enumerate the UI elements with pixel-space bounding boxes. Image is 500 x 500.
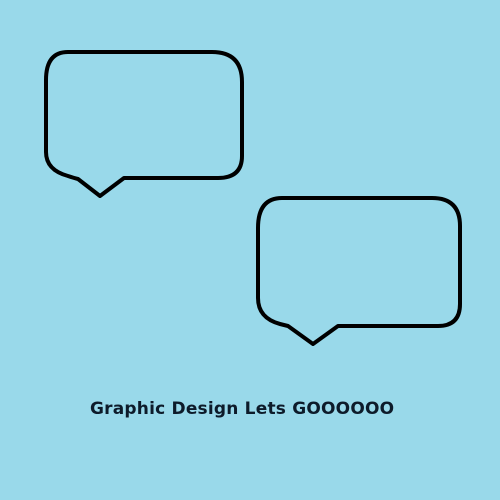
speech-bubble-icon (256, 196, 462, 346)
speech-bubble-icon (44, 50, 244, 198)
caption-text: Graphic Design Lets GOOOOOO (90, 399, 395, 419)
speech-bubble-outline (256, 196, 462, 346)
speech-bubble-outline (44, 50, 244, 198)
